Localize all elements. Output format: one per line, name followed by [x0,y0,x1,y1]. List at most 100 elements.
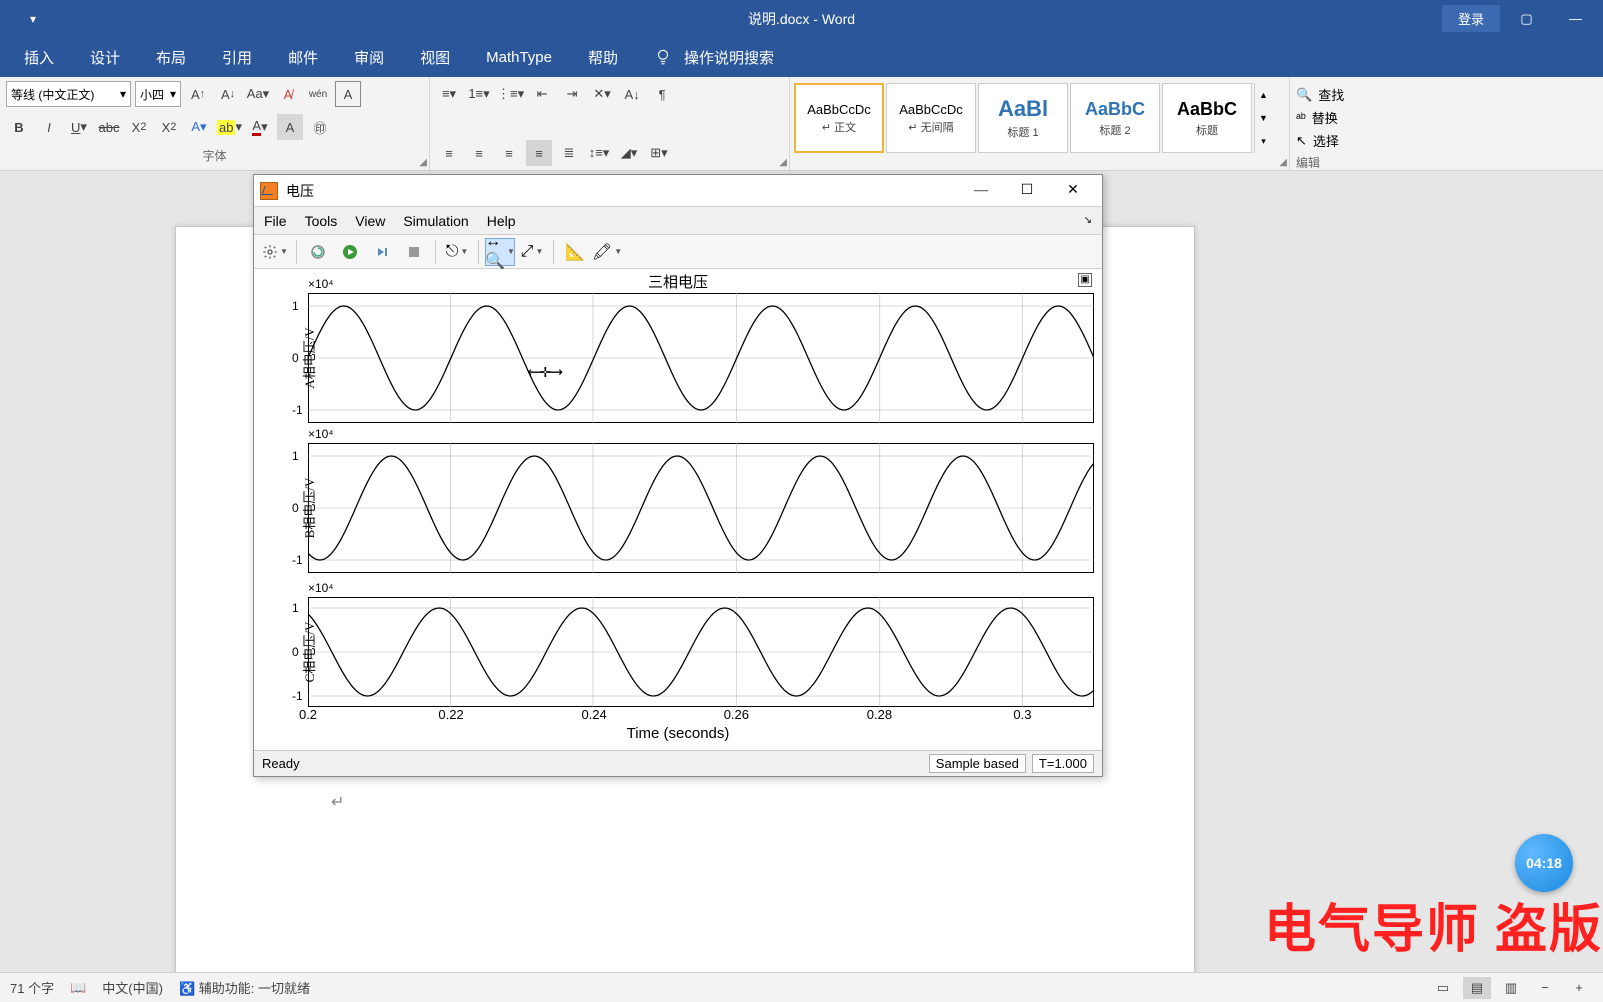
increase-indent-button[interactable]: ⇥ [559,81,585,107]
superscript-button[interactable]: X2 [156,114,182,140]
dock-icon[interactable]: ↘ [1084,215,1092,226]
xtick: 0.24 [581,707,606,722]
spellcheck-icon[interactable]: 📖 [70,980,86,996]
scope-minimize-button[interactable]: — [958,176,1004,206]
strikethrough-button[interactable]: abc [96,114,122,140]
login-button[interactable]: 登录 [1442,5,1500,32]
styles-dialog-launcher[interactable]: ◢ [1279,157,1287,168]
word-count[interactable]: 71 个字 [10,978,54,997]
distributed-button[interactable]: ≣ [556,140,582,166]
text-effects-button[interactable]: A▾ [186,114,212,140]
tab-insert[interactable]: 插入 [20,45,58,70]
tab-review[interactable]: 审阅 [350,45,388,70]
scope-maximize-button[interactable]: ☐ [1004,176,1050,206]
zoom-x-button[interactable]: ↔🔍▼ [485,238,515,266]
tab-layout[interactable]: 布局 [152,45,190,70]
trigger-button[interactable]: ⎋▼ [442,238,472,266]
read-mode-button[interactable]: ▭ [1429,977,1457,999]
tab-design[interactable]: 设计 [86,45,124,70]
step-back-button[interactable] [303,238,333,266]
character-border-button[interactable]: A [335,81,361,107]
bold-button[interactable]: B [6,114,32,140]
zoom-cursor-icon: ⟵✛⟶ [529,361,562,382]
scope-plot-area[interactable]: 三相电压 ▣ ×10⁴ A相电压/V 1 0 -1 ×10⁴ B相电压/V 1 … [254,269,1102,750]
y-exponent-b: ×10⁴ [308,427,334,441]
styles-gallery[interactable]: AaBbCcDc↵ 正文 AaBbCcDc↵ 无间隔 AaBl标题 1 AaBb… [792,79,1287,157]
scope-close-button[interactable]: ✕ [1050,176,1096,206]
underline-button[interactable]: U▾ [66,114,92,140]
numbering-button[interactable]: 1≡▾ [466,81,492,107]
qat-dropdown-icon[interactable]: ▾ [30,12,36,26]
language-status[interactable]: 中文(中国) [102,978,163,997]
menu-help[interactable]: Help [487,213,516,229]
sort-button[interactable]: A↓ [619,81,645,107]
zoom-out-button[interactable]: − [1531,977,1559,999]
font-color-button[interactable]: A▾ [247,114,273,140]
style-heading1[interactable]: AaBl标题 1 [978,83,1068,153]
xtick: 0.28 [867,707,892,722]
decrease-font-button[interactable]: A↓ [215,81,241,107]
font-dialog-launcher[interactable]: ◢ [419,157,427,168]
justify-button[interactable]: ≡ [526,140,552,166]
borders-button[interactable]: ⊞▾ [646,140,672,166]
phonetic-guide-button[interactable]: wén [305,81,331,107]
line-spacing-button[interactable]: ↕≡▾ [586,140,612,166]
web-layout-button[interactable]: ▥ [1497,977,1525,999]
measurements-button[interactable]: 📐 [560,238,590,266]
step-forward-button[interactable] [367,238,397,266]
menu-view[interactable]: View [355,213,385,229]
menu-file[interactable]: File [264,213,287,229]
subplot-a: ×10⁴ A相电压/V 1 0 -1 [294,293,1094,423]
zoom-in-button[interactable]: + [1565,977,1593,999]
font-size-combo[interactable]: 小四▾ [135,81,181,107]
style-no-spacing[interactable]: AaBbCcDc↵ 无间隔 [886,83,976,153]
menu-tools[interactable]: Tools [305,213,338,229]
run-button[interactable] [335,238,365,266]
italic-button[interactable]: I [36,114,62,140]
style-normal[interactable]: AaBbCcDc↵ 正文 [794,83,884,153]
minimize-button[interactable]: — [1553,0,1598,37]
decrease-indent-button[interactable]: ⇤ [529,81,555,107]
ytick: 0 [292,645,299,659]
menu-simulation[interactable]: Simulation [403,213,468,229]
print-layout-button[interactable]: ▤ [1463,977,1491,999]
style-heading2[interactable]: AaBbC标题 2 [1070,83,1160,153]
style-title[interactable]: AaBbC标题 [1162,83,1252,153]
show-paragraph-marks-button[interactable]: ¶ [649,81,675,107]
change-case-button[interactable]: Aa▾ [245,81,271,107]
ribbon-display-options-icon[interactable]: ▢ [1504,0,1549,37]
tab-references[interactable]: 引用 [218,45,256,70]
align-left-button[interactable]: ≡ [436,140,462,166]
paragraph-dialog-launcher[interactable]: ◢ [779,157,787,168]
align-center-button[interactable]: ≡ [466,140,492,166]
replace-button[interactable]: ᵃᵇ替换 [1296,106,1364,129]
align-right-button[interactable]: ≡ [496,140,522,166]
subscript-button[interactable]: X2 [126,114,152,140]
multilevel-list-button[interactable]: ⋮≡▾ [496,81,525,107]
tab-mathtype[interactable]: MathType [482,47,556,68]
collapse-icon[interactable]: ▣ [1078,273,1092,287]
enclose-characters-button[interactable]: ㊞ [307,114,333,140]
tab-view[interactable]: 视图 [416,45,454,70]
tab-mailings[interactable]: 邮件 [284,45,322,70]
tell-me-search[interactable]: 操作说明搜索 [650,43,782,72]
font-name-combo[interactable]: 等线 (中文正文)▾ [6,81,131,107]
autoscale-button[interactable]: ⤢▼ [517,238,547,266]
accessibility-status[interactable]: ♿ 辅助功能: 一切就绪 [179,978,310,997]
select-button[interactable]: ↖选择 [1296,129,1364,152]
styles-scroll[interactable]: ▲▼▾ [1254,83,1272,153]
stop-button[interactable] [399,238,429,266]
scope-title-bar[interactable]: 电压 — ☐ ✕ [254,175,1102,207]
cursor-measurements-button[interactable]: 🖍▼ [592,238,622,266]
increase-font-button[interactable]: A↑ [185,81,211,107]
settings-button[interactable]: ▼ [260,238,290,266]
highlight-button[interactable]: ab▾ [216,114,243,140]
bullets-button[interactable]: ≡▾ [436,81,462,107]
tab-help[interactable]: 帮助 [584,45,622,70]
shading-button[interactable]: ◢▾ [616,140,642,166]
character-shading-button[interactable]: A [277,114,303,140]
matlab-icon [260,182,278,200]
clear-formatting-button[interactable]: A̸ [275,81,301,107]
asian-layout-button[interactable]: ✕▾ [589,81,615,107]
find-button[interactable]: 🔍查找 [1296,83,1364,106]
